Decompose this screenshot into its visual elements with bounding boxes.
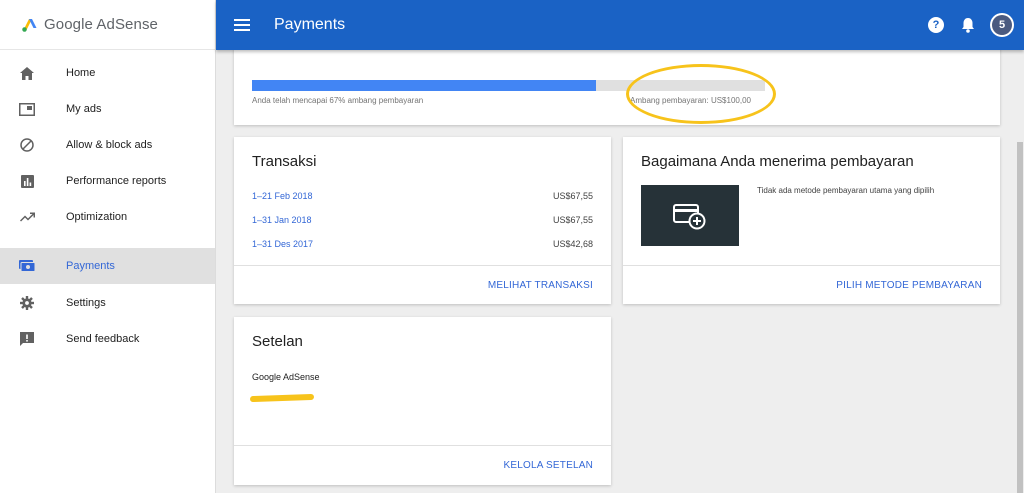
highlight-ellipse-annotation — [626, 64, 776, 124]
block-icon — [19, 137, 35, 153]
sidebar: Google AdSense Home My ads Allow & block… — [0, 0, 216, 493]
sidebar-item-label: Payments — [66, 260, 115, 272]
settings-title: Setelan — [252, 333, 303, 350]
notifications-bell-icon[interactable] — [960, 17, 976, 33]
payment-method-title: Bagaimana Anda menerima pembayaran — [641, 153, 914, 170]
highlight-stroke-annotation — [249, 393, 315, 403]
avatar-initial: 5 — [992, 15, 1012, 35]
table-row: 1–21 Feb 2018 US$67,55 — [252, 191, 593, 201]
sidebar-item-my-ads[interactable]: My ads — [0, 91, 215, 127]
sidebar-item-label: Allow & block ads — [66, 139, 153, 151]
sidebar-item-send-feedback[interactable]: Send feedback — [0, 321, 215, 357]
page-title: Payments — [274, 16, 346, 33]
transactions-card: Transaksi 1–21 Feb 2018 US$67,55 1–31 Ja… — [234, 137, 611, 304]
brand-name: Google AdSense — [44, 16, 158, 33]
home-icon — [19, 65, 35, 81]
sidebar-item-performance-reports[interactable]: Performance reports — [0, 163, 215, 199]
sidebar-item-label: Optimization — [66, 211, 128, 223]
sidebar-item-label: Send feedback — [66, 333, 140, 345]
sidebar-item-label: Performance reports — [66, 175, 167, 187]
choose-payment-method-button[interactable]: PILIH METODE PEMBAYARAN — [836, 280, 982, 291]
scrollbar-thumb[interactable] — [1017, 142, 1023, 493]
payment-method-card: Bagaimana Anda menerima pembayaran Tidak… — [623, 137, 1000, 304]
page-scrollbar[interactable] — [1016, 50, 1024, 493]
card-divider — [234, 265, 611, 266]
card-divider — [623, 265, 1000, 266]
avatar[interactable]: 5 — [990, 13, 1014, 37]
sidebar-item-label: Home — [66, 67, 96, 79]
sidebar-item-settings[interactable]: Settings — [0, 285, 215, 321]
trending-icon — [19, 209, 35, 225]
transaction-amount: US$67,55 — [552, 215, 593, 225]
add-card-icon — [673, 203, 706, 229]
sidebar-item-optimization[interactable]: Optimization — [0, 199, 215, 235]
settings-account-name: Google AdSense — [252, 372, 320, 382]
reports-icon — [19, 173, 35, 189]
transactions-title: Transaksi — [252, 153, 317, 170]
threshold-progress-caption: Anda telah mencapai 67% ambang pembayara… — [252, 96, 424, 105]
sidebar-nav: Home My ads Allow & block ads Performanc… — [0, 50, 215, 357]
brand[interactable]: Google AdSense — [0, 0, 215, 50]
payment-method-note: Tidak ada metode pembayaran utama yang d… — [757, 186, 935, 195]
sidebar-item-payments[interactable]: Payments — [0, 248, 215, 284]
transaction-amount: US$67,55 — [552, 191, 593, 201]
sidebar-item-allow-block-ads[interactable]: Allow & block ads — [0, 127, 215, 163]
card-divider — [234, 445, 611, 446]
help-icon[interactable]: ? — [928, 17, 944, 33]
sidebar-item-label: My ads — [66, 103, 102, 115]
payments-icon — [19, 258, 35, 274]
view-transactions-button[interactable]: MELIHAT TRANSAKSI — [488, 280, 593, 291]
threshold-progress-fill — [252, 80, 596, 91]
sidebar-item-home[interactable]: Home — [0, 55, 215, 91]
transaction-period-link[interactable]: 1–21 Feb 2018 — [252, 191, 313, 201]
payment-method-thumbnail — [641, 185, 739, 246]
manage-settings-button[interactable]: KELOLA SETELAN — [503, 460, 593, 471]
settings-card: Setelan Google AdSense KELOLA SETELAN — [234, 317, 611, 485]
transaction-period-link[interactable]: 1–31 Jan 2018 — [252, 215, 312, 225]
app-header: Payments ? 5 — [216, 0, 1024, 50]
sidebar-item-label: Settings — [66, 297, 106, 309]
adsense-logo-icon — [22, 18, 37, 32]
header-actions: ? 5 — [928, 13, 1014, 37]
ads-icon — [19, 101, 35, 117]
main-content: Anda telah mencapai 67% ambang pembayara… — [216, 46, 1024, 493]
menu-icon[interactable] — [234, 19, 250, 31]
transaction-period-link[interactable]: 1–31 Des 2017 — [252, 239, 313, 249]
gear-icon — [19, 295, 35, 311]
transaction-amount: US$42,68 — [552, 239, 593, 249]
feedback-icon — [19, 331, 35, 347]
table-row: 1–31 Des 2017 US$42,68 — [252, 239, 593, 249]
payment-threshold-card: Anda telah mencapai 67% ambang pembayara… — [234, 46, 1000, 125]
table-row: 1–31 Jan 2018 US$67,55 — [252, 215, 593, 225]
